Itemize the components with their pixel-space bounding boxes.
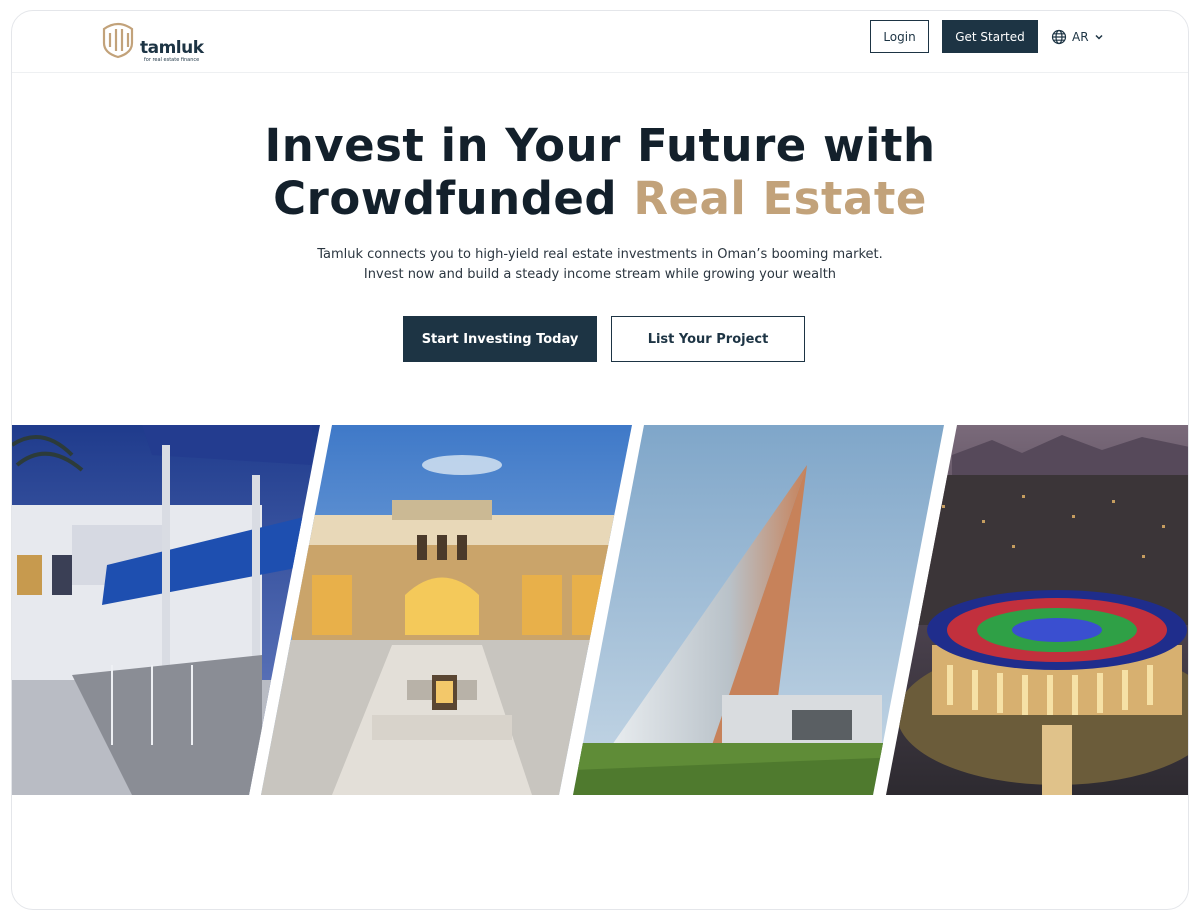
hero-title-accent: Real Estate (633, 172, 927, 225)
logo-wordmark: tamluk (140, 38, 204, 58)
globe-icon (1051, 29, 1067, 45)
hero-title-line1: Invest in Your Future with (264, 119, 936, 172)
page-frame: tamluk for real estate finance Login Get… (11, 10, 1189, 910)
gallery-strip (12, 425, 1188, 795)
property-gallery (12, 425, 1188, 795)
logo-tagline: for real estate finance (144, 57, 200, 63)
hero-subtitle-line2: Invest now and build a steady income str… (363, 267, 837, 282)
gallery-photo-2 (261, 425, 632, 795)
brand-logo[interactable]: tamluk for real estate finance (100, 17, 220, 63)
hero-title: Invest in Your Future with Crowdfunded R… (12, 119, 1188, 225)
hero-subtitle: Tamluk connects you to high-yield real e… (12, 245, 1188, 285)
logo-mark-icon (102, 22, 134, 59)
language-selector[interactable]: AR (1051, 26, 1104, 48)
language-label: AR (1072, 30, 1089, 44)
hero-subtitle-line1: Tamluk connects you to high-yield real e… (317, 247, 883, 262)
hero-title-line2: Crowdfunded Real Estate (12, 172, 1188, 225)
top-nav: tamluk for real estate finance Login Get… (12, 11, 1188, 73)
hero-title-plain: Crowdfunded (273, 172, 634, 225)
login-button[interactable]: Login (870, 20, 929, 53)
start-investing-button[interactable]: Start Investing Today (403, 316, 597, 362)
gallery-photo-3 (573, 425, 944, 795)
list-project-button[interactable]: List Your Project (611, 316, 805, 362)
get-started-button[interactable]: Get Started (942, 20, 1038, 53)
chevron-down-icon (1095, 34, 1103, 40)
